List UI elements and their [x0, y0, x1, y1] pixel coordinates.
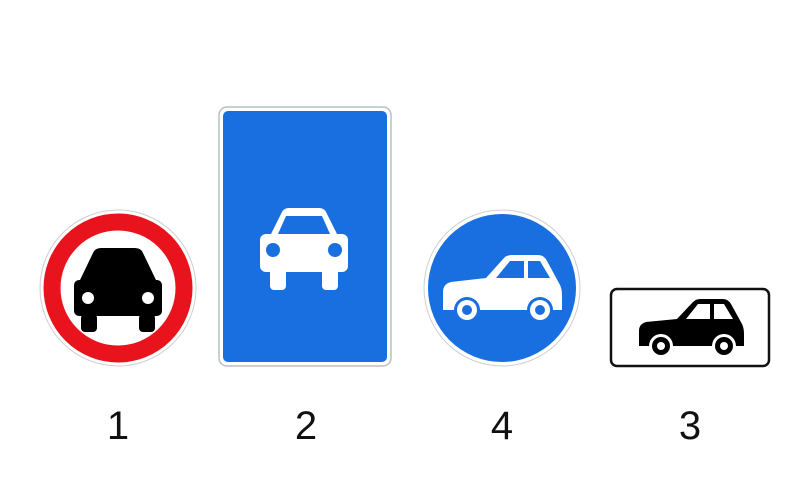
sign-no-motor-vehicles — [39, 209, 197, 367]
sign-number-label: 4 — [490, 404, 514, 448]
sign-passenger-cars-route — [423, 209, 581, 367]
plate-vehicle-type — [609, 287, 771, 368]
sign-number-label: 3 — [678, 404, 702, 448]
sign-number-label: 2 — [294, 404, 318, 448]
sign-motorway-for-cars — [218, 106, 392, 367]
sign-number-label: 1 — [106, 404, 130, 448]
